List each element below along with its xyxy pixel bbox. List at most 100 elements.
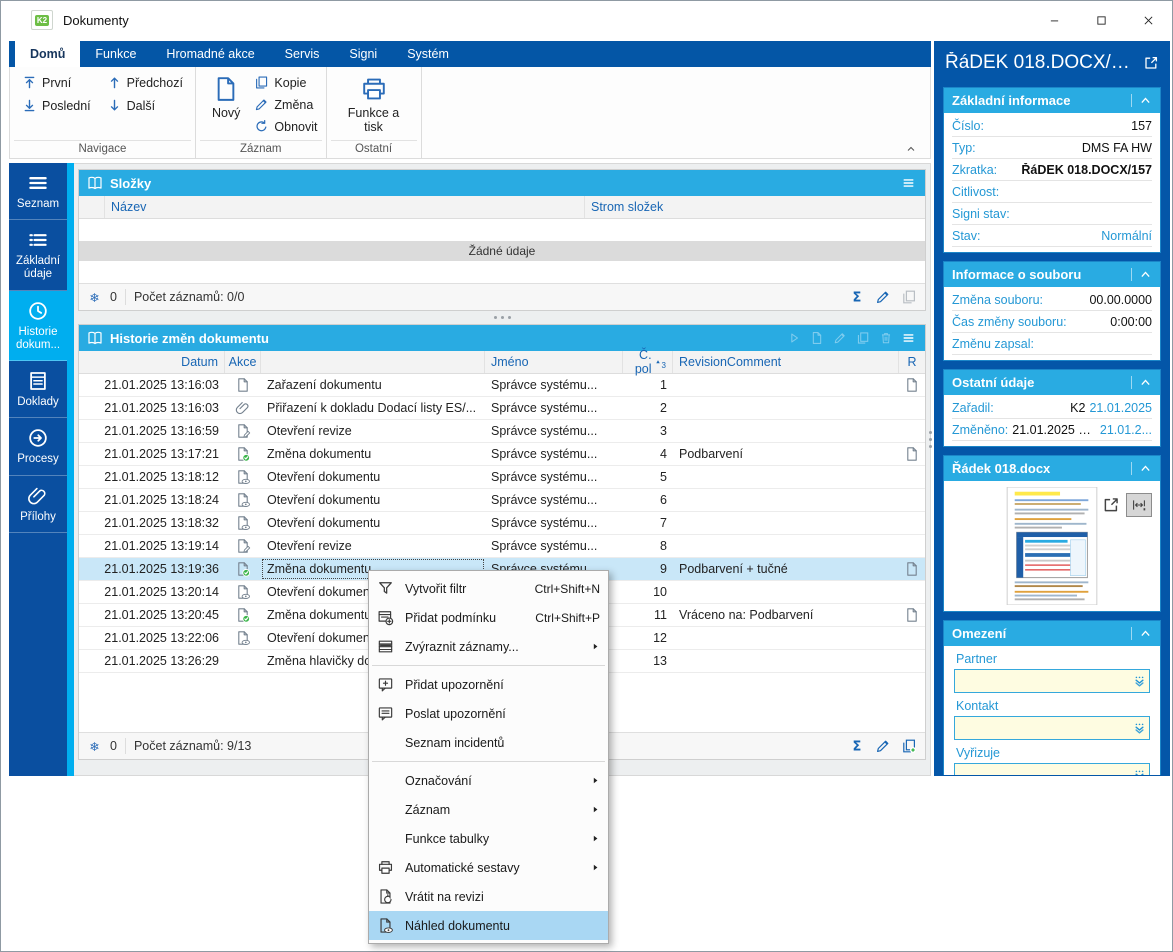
tab-signi[interactable]: Signi [334,41,392,67]
blank-icon [377,801,397,818]
collapse-section-icon[interactable] [1131,94,1152,107]
snowflake-icon[interactable]: ❄ [87,290,102,305]
menu-item-zaznam[interactable]: Záznam [369,795,608,824]
ribbon: První Předchozí Poslední Další Navigace Nov… [9,67,931,159]
info-value: 0:00:00 [1110,314,1152,329]
ribbon-button-posledni[interactable]: Poslední [22,98,91,113]
popout-icon[interactable] [1143,55,1159,71]
open-preview-icon[interactable] [1102,496,1120,514]
file-info-header: Informace o souboru [944,262,1160,287]
field-label: Vyřizuje [956,746,1000,760]
column-strom-slozek[interactable]: Strom složek [585,196,925,218]
menu-item-poslat-upozorneni[interactable]: Poslat upozornění [369,699,608,728]
tab-system[interactable]: Systém [392,41,464,67]
cell-comment [673,397,899,419]
fit-width-button[interactable] [1126,493,1152,517]
submenu-arrow-icon [591,776,600,785]
menu-item-zvyraznit-zaznamy[interactable]: Zvýraznit záznamy... [369,632,608,661]
other-info-card: Ostatní údaje Zařadil: K2 21.01.2025 Změněn… [943,369,1161,447]
history-column-header: Datum Akce Jméno Č. pol 3 RevisionCommen… [79,348,925,376]
sum-icon[interactable]: Σ [849,738,865,755]
column-akce[interactable]: Akce [225,351,261,373]
panel-splitter-handle[interactable] [929,431,932,448]
collapse-section-icon[interactable] [1131,462,1152,475]
column-nazev[interactable]: Název [105,196,585,218]
collapse-section-icon[interactable] [1131,627,1152,640]
ribbon-button-obnovit[interactable]: Obnovit [254,119,318,134]
field-input-kontakt[interactable] [954,716,1150,740]
table-row[interactable]: 21.01.2025 13:18:32 Otevření dokumentu Spr… [79,512,925,535]
edit-icon[interactable] [875,289,891,305]
tab-domu[interactable]: Domů [15,41,81,67]
menu-item-oznacovani[interactable]: Označování [369,766,608,795]
sidebar-item-doklady[interactable]: Doklady [9,361,67,419]
table-row[interactable]: 21.01.2025 13:17:21 Změna dokumentu Správc… [79,443,925,466]
ribbon-button-predchozi[interactable]: Předchozí [107,75,183,90]
document-preview-thumbnail[interactable] [1006,487,1098,605]
copy-record-icon[interactable] [856,331,870,345]
edit-record-icon[interactable] [833,331,847,345]
ribbon-button-kopie[interactable]: Kopie [254,75,317,90]
collapse-section-icon[interactable] [1131,268,1152,281]
play-icon[interactable] [787,331,801,345]
column-description[interactable] [261,351,485,373]
column-c-pol[interactable]: Č. pol 3 [623,348,673,376]
menu-item-nahled-dokumentu[interactable]: Náhled dokumentu [369,911,608,940]
column-r[interactable]: R [899,351,925,373]
column-revisioncomment[interactable]: RevisionComment [673,351,899,373]
maximize-button[interactable] [1078,1,1125,39]
novy-button[interactable]: Nový [204,73,248,122]
ribbon-button-zmena[interactable]: Změna [254,97,317,112]
sidebar-item-prilohy[interactable]: Přílohy [9,476,67,533]
cell-comment [673,627,899,649]
sidebar-item-historie-dokum[interactable]: Historie dokum... [9,290,67,362]
edit-icon[interactable] [875,738,891,754]
button-label: První [42,75,72,90]
cell-action: Otevření revize [267,424,352,438]
cell-akce [225,627,261,649]
funkce-a-tisk-button[interactable]: Funkce a tisk [335,73,413,137]
tab-funkce[interactable]: Funkce [80,41,151,67]
button-label: Změna [274,97,314,112]
limits-body: Partner Kontakt Vyřizuje [944,646,1160,775]
copy-plus-icon[interactable] [901,738,917,754]
ribbon-button-prvni[interactable]: První [22,75,91,90]
tab-hromadne-akce[interactable]: Hromadné akce [151,41,269,67]
menu-item-vratit-na-revizi[interactable]: Vrátit na revizi [369,882,608,911]
collapse-section-icon[interactable] [1131,376,1152,389]
menu-item-automaticke-sestavy[interactable]: Automatické sestavy [369,853,608,882]
sidebar-item-procesy[interactable]: Procesy [9,418,67,476]
panel-menu-icon[interactable] [900,176,917,190]
copy-record-icon[interactable] [901,289,917,305]
sidebar-item-zakladni-udaje[interactable]: Základní údaje [9,220,67,291]
column-datum[interactable]: Datum [79,351,225,373]
menu-item-seznam-incidentu[interactable]: Seznam incidentů [369,728,608,757]
tab-servis[interactable]: Servis [270,41,335,67]
snowflake-icon[interactable]: ❄ [87,739,102,754]
minimize-button[interactable] [1031,1,1078,39]
horizontal-splitter[interactable] [78,311,926,324]
table-row[interactable]: 21.01.2025 13:18:24 Otevření dokumentu Spr… [79,489,925,512]
table-row[interactable]: 21.01.2025 13:16:03 Přiřazení k dokladu D… [79,397,925,420]
cell-datum: 21.01.2025 13:18:32 [104,516,219,530]
table-row[interactable]: 21.01.2025 13:16:03 Zařazení dokumentu Spr… [79,374,925,397]
field-input-partner[interactable] [954,669,1150,693]
menu-item-pridat-podminku[interactable]: Přidat podmínku Ctrl+Shift+P [369,603,608,632]
close-button[interactable] [1125,1,1172,39]
new-record-icon[interactable] [810,331,824,345]
menu-item-funkce-tabulky[interactable]: Funkce tabulky [369,824,608,853]
column-jmeno[interactable]: Jméno [485,351,623,373]
sidebar-item-seznam[interactable]: Seznam [9,163,67,221]
delete-record-icon[interactable] [879,331,893,345]
table-row[interactable]: 21.01.2025 13:16:59 Otevření revize Správc… [79,420,925,443]
table-row[interactable]: 21.01.2025 13:18:12 Otevření dokumentu Spr… [79,466,925,489]
info-label: Zařadil: [952,400,994,415]
menu-item-pridat-upozorneni[interactable]: Přidat upozornění [369,670,608,699]
field-input-vyrizuje[interactable] [954,763,1150,775]
panel-menu-icon[interactable] [900,331,917,345]
collapse-ribbon-button[interactable] [904,142,918,154]
menu-item-vytvorit-filtr[interactable]: Vytvořit filtr Ctrl+Shift+N [369,574,608,603]
sum-icon[interactable]: Σ [849,289,865,306]
ribbon-button-dalsi[interactable]: Další [107,98,183,113]
table-row[interactable]: 21.01.2025 13:19:14 Otevření revize Správc… [79,535,925,558]
